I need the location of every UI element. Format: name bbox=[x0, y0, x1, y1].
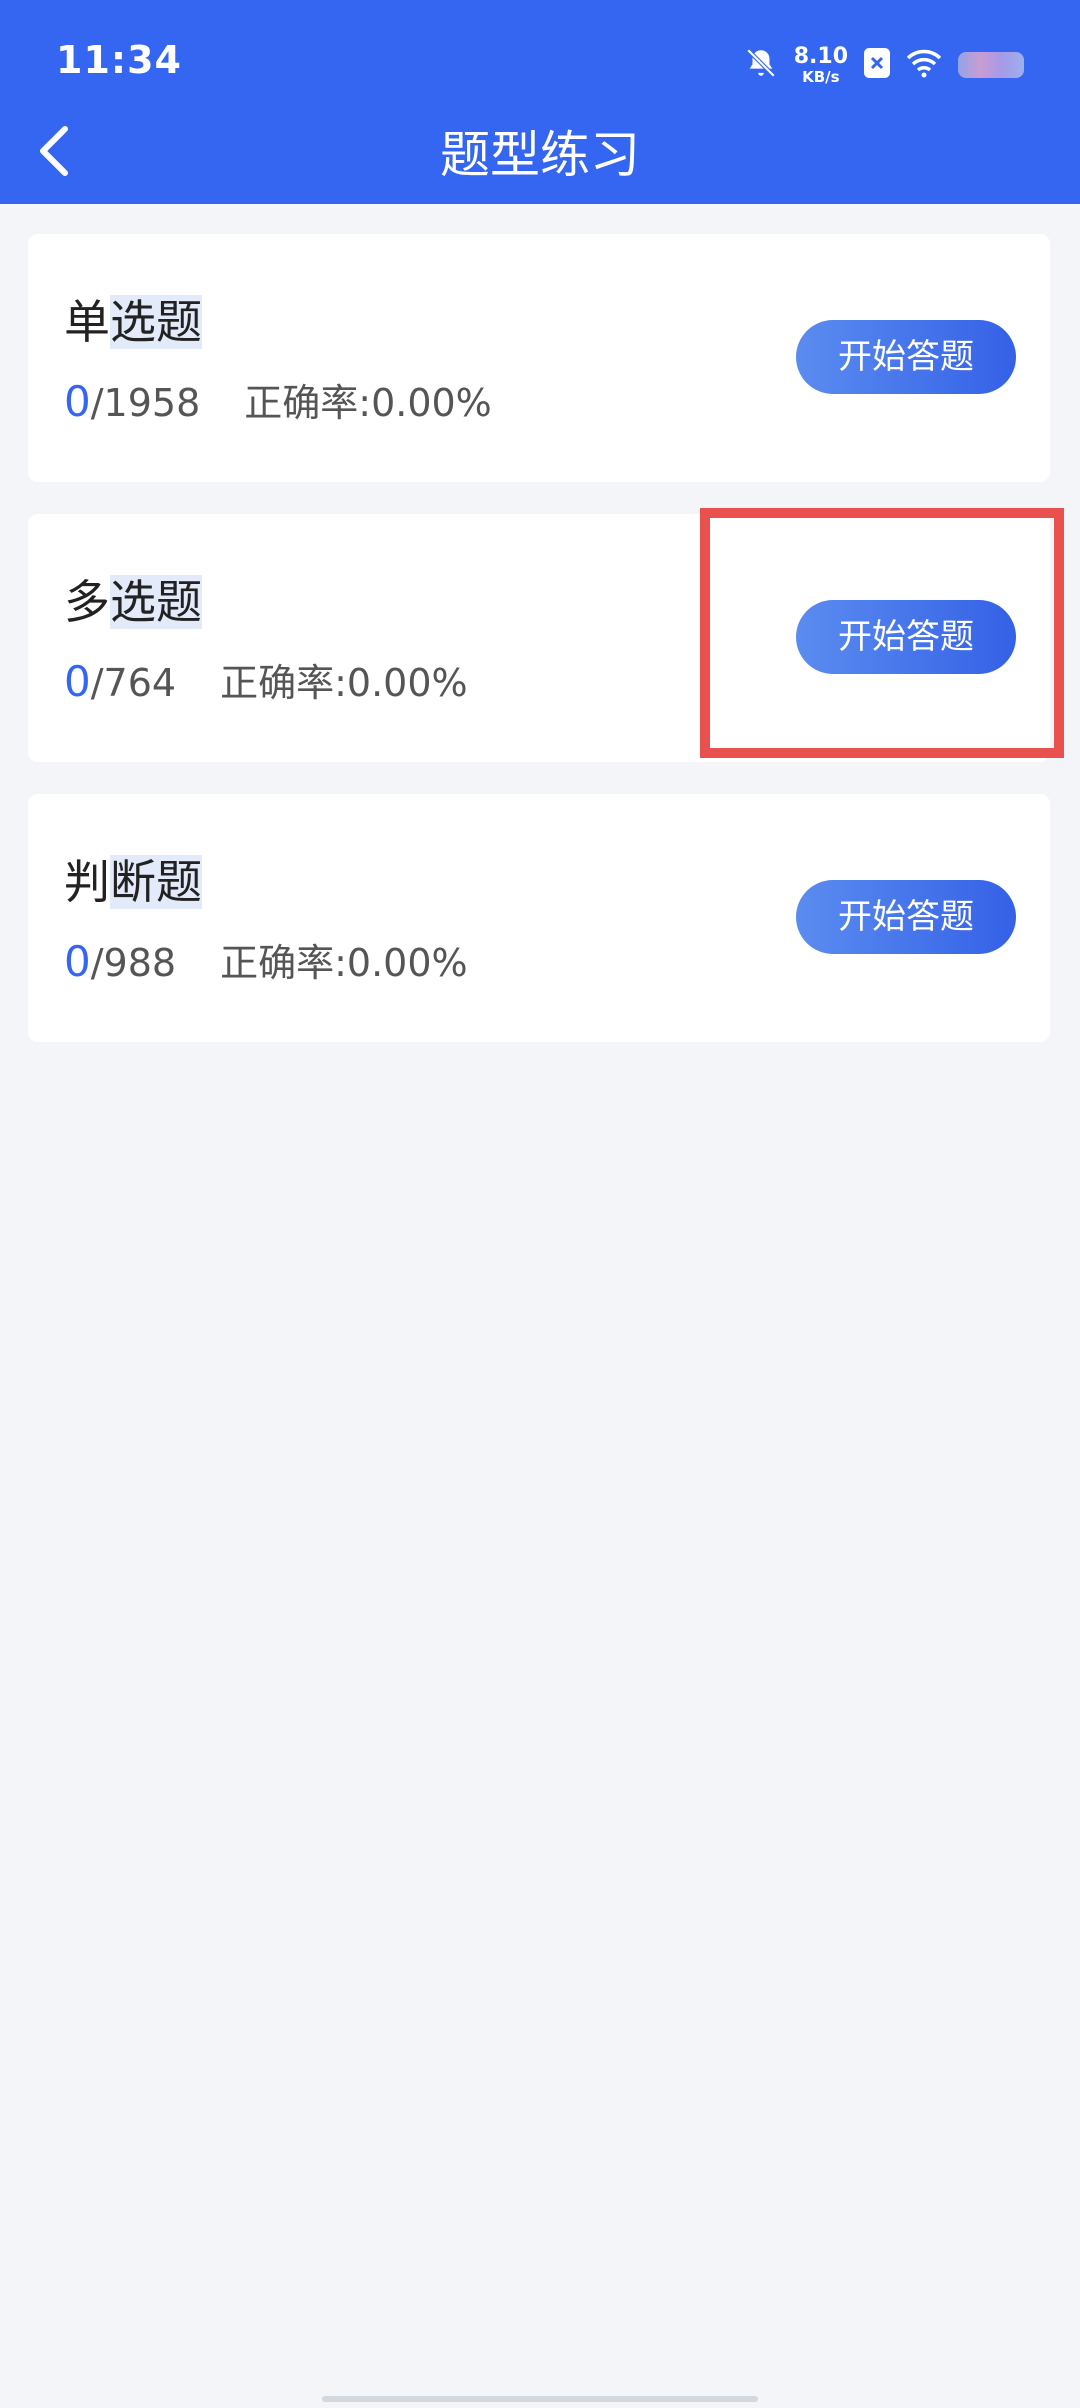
page-title: 题型练习 bbox=[440, 126, 640, 184]
question-type-card-judgment: 判断题 0/988 正确率:0.00% 开始答题 bbox=[28, 794, 1050, 1042]
home-indicator[interactable] bbox=[322, 2396, 758, 2402]
accuracy-value: 0.00% bbox=[346, 941, 468, 985]
card-stats: 0/1958 正确率:0.00% bbox=[64, 372, 492, 427]
accuracy-label: 正确率: bbox=[244, 381, 372, 425]
accuracy-label: 正确率: bbox=[220, 941, 347, 985]
net-speed: 8.10 KB/s bbox=[793, 43, 848, 86]
done-count: 0 bbox=[64, 377, 91, 426]
question-type-card-single: 单选题 0/1958 正确率:0.00% 开始答题 bbox=[28, 234, 1050, 482]
accuracy-label: 正确率: bbox=[220, 661, 347, 705]
done-count: 0 bbox=[64, 657, 91, 706]
start-answer-button[interactable]: 开始答题 bbox=[796, 320, 1016, 394]
wifi-icon bbox=[906, 48, 942, 82]
accuracy-value: 0.00% bbox=[346, 661, 468, 705]
done-count: 0 bbox=[64, 937, 91, 986]
question-type-card-multiple: 多选题 0/764 正确率:0.00% 开始答题 bbox=[28, 514, 1050, 762]
card-stats: 0/764 正确率:0.00% bbox=[64, 652, 468, 707]
close-badge-icon bbox=[864, 48, 890, 82]
accuracy-value: 0.00% bbox=[371, 381, 492, 425]
card-title: 单选题 bbox=[64, 295, 202, 349]
start-answer-button[interactable]: 开始答题 bbox=[796, 600, 1016, 674]
card-stats: 0/988 正确率:0.00% bbox=[64, 932, 468, 987]
status-icons: 8.10 KB/s bbox=[744, 40, 1024, 90]
card-title: 多选题 bbox=[64, 575, 202, 629]
battery-icon bbox=[958, 52, 1024, 78]
total-count: /1958 bbox=[90, 381, 201, 425]
start-answer-button[interactable]: 开始答题 bbox=[796, 880, 1016, 954]
total-count: /988 bbox=[90, 941, 177, 985]
card-title: 判断题 bbox=[64, 855, 202, 909]
total-count: /764 bbox=[90, 661, 177, 705]
status-time: 11:34 bbox=[56, 38, 182, 82]
top-app-bar: 11:34 8.10 KB/s 题型练习 bbox=[0, 0, 1080, 204]
bell-off-icon bbox=[744, 46, 778, 84]
